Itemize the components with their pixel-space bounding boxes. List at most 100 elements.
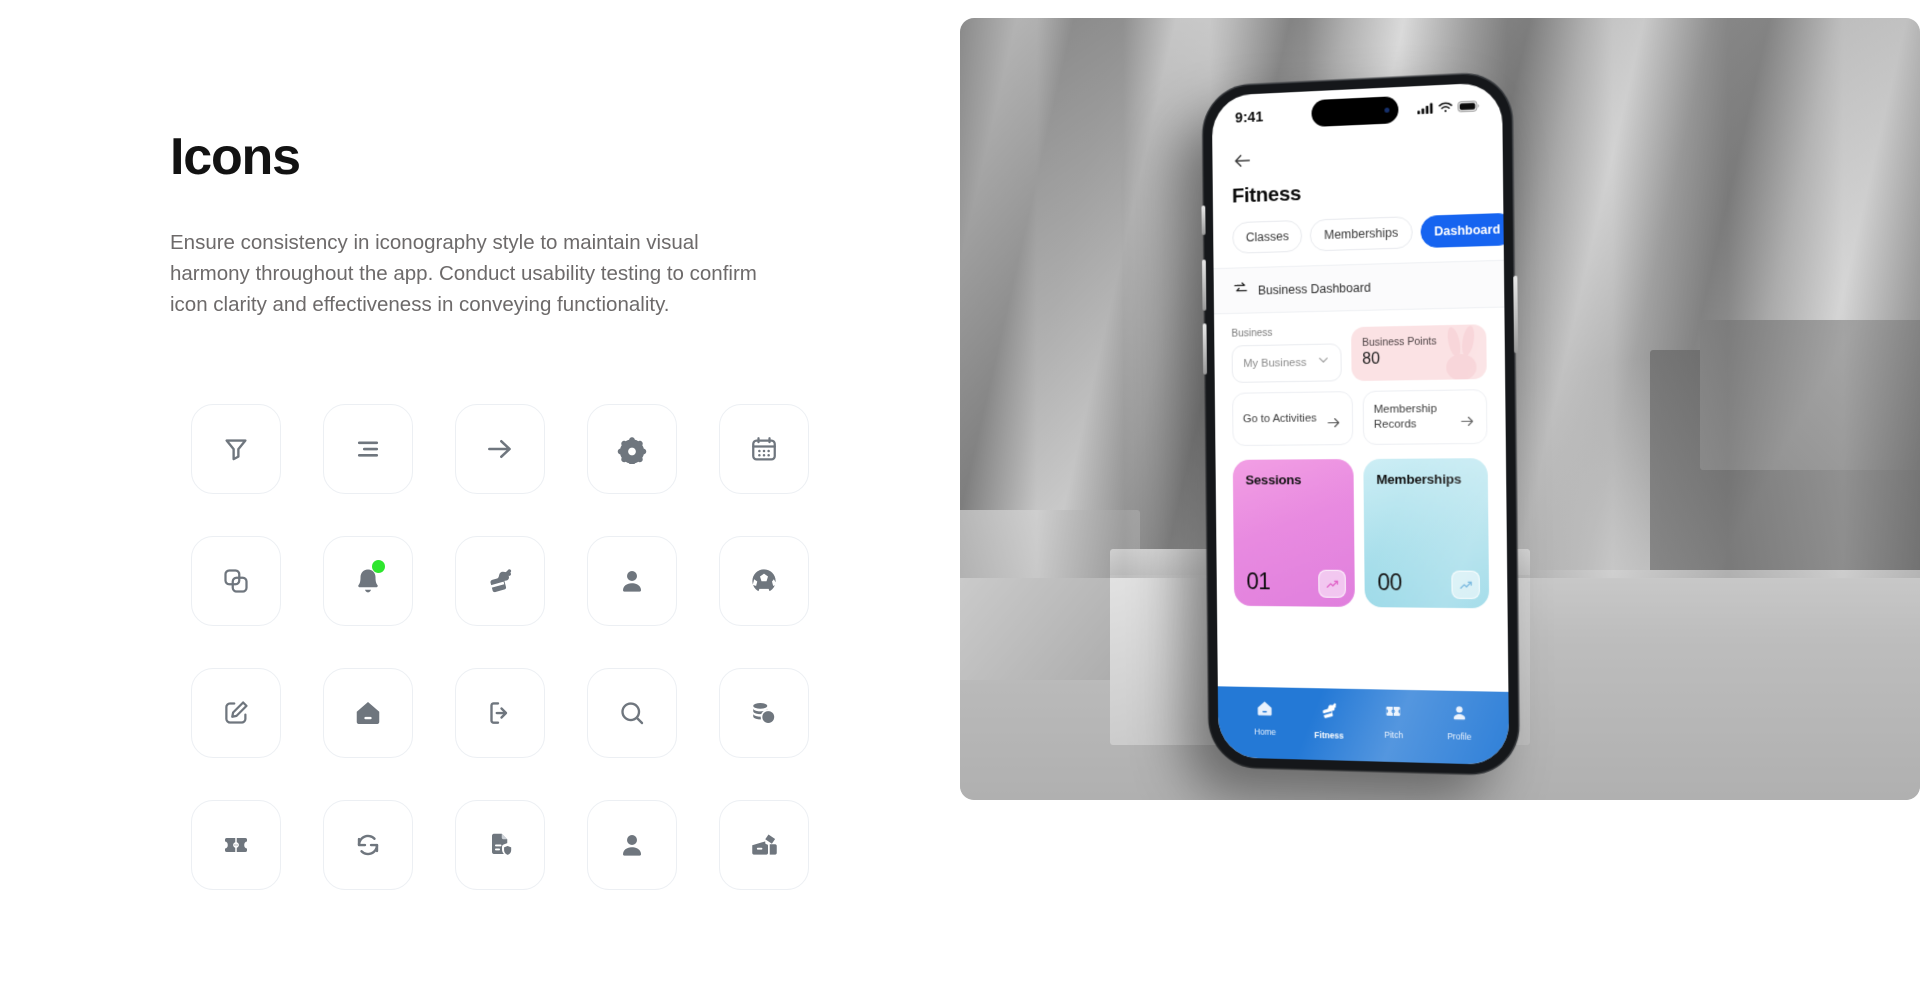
icon-tile-search[interactable] xyxy=(587,667,677,758)
soccer-ball-icon xyxy=(749,566,779,596)
tab-bar: Classes Memberships Dashboard xyxy=(1232,212,1510,254)
icon-tile-soccer[interactable] xyxy=(719,535,809,626)
tab-classes[interactable]: Classes xyxy=(1232,219,1303,254)
icon-tile-notifications[interactable] xyxy=(323,535,413,626)
business-dashboard-bar[interactable]: Business Dashboard xyxy=(1213,259,1505,315)
phone-volume-down-button[interactable] xyxy=(1202,323,1207,375)
icon-tile-logout[interactable] xyxy=(455,667,545,758)
chevron-down-icon xyxy=(1317,354,1330,372)
memberships-title: Memberships xyxy=(1376,471,1462,487)
status-bar-time: 9:41 xyxy=(1234,109,1264,127)
person-filled-icon xyxy=(617,830,647,860)
go-to-activities-card[interactable]: Go to Activities xyxy=(1232,391,1354,447)
business-select-label: Business xyxy=(1231,326,1273,340)
icon-tile-tickets[interactable] xyxy=(719,799,809,890)
nav-label-pitch: Pitch xyxy=(1384,729,1404,741)
icon-tile-refresh[interactable] xyxy=(323,799,413,890)
icon-tile-arrow-right[interactable] xyxy=(455,403,545,494)
phone-device: 9:41 Fitness Classes Memberships Dashboa… xyxy=(1200,72,1519,775)
icon-cell xyxy=(170,383,302,515)
membership-records-card[interactable]: Membership Records xyxy=(1362,389,1488,445)
dashboard-row-stats: Sessions 01 Memberships 00 xyxy=(1232,458,1490,609)
membership-records-label: Membership Records xyxy=(1373,403,1437,431)
business-points-card[interactable]: Business Points 80 xyxy=(1351,324,1487,382)
icon-tile-edit[interactable] xyxy=(191,667,281,758)
tickets-icon xyxy=(749,830,779,860)
nav-item-profile[interactable]: Profile xyxy=(1426,702,1493,742)
app-header: Fitness Classes Memberships Dashboard xyxy=(1212,125,1510,255)
icon-cell xyxy=(302,779,434,911)
page-description: Ensure consistency in iconography style … xyxy=(170,230,757,317)
studio-photo-background: 9:41 Fitness Classes Memberships Dashboa… xyxy=(960,18,1920,800)
nav-label-fitness: Fitness xyxy=(1314,729,1344,741)
muscle-flex-icon xyxy=(484,565,516,597)
phone-volume-up-button[interactable] xyxy=(1201,259,1206,311)
nav-label-home: Home xyxy=(1254,726,1277,737)
icon-tile-copy[interactable] xyxy=(191,535,281,626)
phone-power-button[interactable] xyxy=(1512,275,1518,354)
icon-tile-settings[interactable] xyxy=(587,403,677,494)
memberships-stat-card[interactable]: Memberships 00 xyxy=(1363,458,1490,609)
design-system-icons-page: Icons Ensure consistency in iconography … xyxy=(0,0,1920,1000)
pitch-field-icon xyxy=(221,830,251,860)
tab-memberships[interactable]: Memberships xyxy=(1310,216,1413,252)
wifi-icon xyxy=(1438,100,1452,119)
icon-cell xyxy=(698,515,830,647)
icon-tile-filter[interactable] xyxy=(191,403,281,494)
document-shield-icon xyxy=(485,830,515,860)
icon-cell xyxy=(302,647,434,779)
dashboard-body: Business My Business Business Points 80 … xyxy=(1214,308,1508,692)
bottom-navigation-bar: Home Fitness Pitch Profile xyxy=(1217,686,1510,766)
icon-tile-user[interactable] xyxy=(587,535,677,626)
nav-item-pitch[interactable]: Pitch xyxy=(1361,701,1427,741)
icon-tile-fitness[interactable] xyxy=(455,535,545,626)
icon-cell xyxy=(434,779,566,911)
tab-dashboard[interactable]: Dashboard xyxy=(1419,212,1510,249)
icon-tile-pitch[interactable] xyxy=(191,799,281,890)
business-dashboard-label: Business Dashboard xyxy=(1257,280,1371,298)
pitch-field-icon xyxy=(1384,702,1403,727)
icon-cell xyxy=(302,383,434,515)
back-row xyxy=(1231,138,1482,178)
gear-icon xyxy=(617,434,647,464)
dynamic-island xyxy=(1311,96,1399,128)
arrow-right-icon xyxy=(484,433,516,465)
home-icon xyxy=(353,698,383,728)
icon-cell xyxy=(566,515,698,647)
filter-icon xyxy=(221,434,251,464)
arrow-right-icon xyxy=(1459,413,1476,435)
sessions-stat-card[interactable]: Sessions 01 xyxy=(1232,459,1355,607)
icon-cell xyxy=(434,383,566,515)
nav-label-profile: Profile xyxy=(1447,731,1472,742)
nav-item-home[interactable]: Home xyxy=(1233,698,1297,737)
app-screen-title: Fitness xyxy=(1231,182,1302,208)
icon-cell xyxy=(434,515,566,647)
front-camera-icon xyxy=(1384,107,1390,113)
icon-tile-profile[interactable] xyxy=(587,799,677,890)
nav-item-fitness[interactable]: Fitness xyxy=(1297,700,1362,741)
icon-tile-coins[interactable] xyxy=(719,667,809,758)
icon-tile-calendar[interactable] xyxy=(719,403,809,494)
phone-mute-switch[interactable] xyxy=(1200,205,1206,236)
device-mockup-panel: 9:41 Fitness Classes Memberships Dashboa… xyxy=(960,0,1920,1000)
logout-icon xyxy=(485,698,515,728)
edit-pencil-icon xyxy=(221,698,251,728)
arrow-right-icon xyxy=(1325,414,1342,436)
icon-cell xyxy=(302,515,434,647)
dashboard-row-links: Go to Activities Membership Records xyxy=(1232,389,1488,447)
business-select[interactable]: My Business xyxy=(1231,343,1342,383)
page-title: Icons xyxy=(170,128,301,186)
dashboard-row-business: Business My Business Business Points 80 xyxy=(1231,322,1487,383)
arrow-left-icon[interactable] xyxy=(1232,149,1253,177)
menu-align-right-icon xyxy=(353,434,383,464)
icon-tile-menu[interactable] xyxy=(323,403,413,494)
icon-tile-document-shield[interactable] xyxy=(455,799,545,890)
icon-grid xyxy=(170,383,810,911)
icon-cell xyxy=(698,383,830,515)
icon-tile-home[interactable] xyxy=(323,667,413,758)
go-to-activities-label: Go to Activities xyxy=(1242,412,1317,425)
business-select-value: My Business xyxy=(1243,356,1307,370)
icon-cell xyxy=(566,383,698,515)
icon-cell xyxy=(698,647,830,779)
search-icon xyxy=(617,698,647,728)
